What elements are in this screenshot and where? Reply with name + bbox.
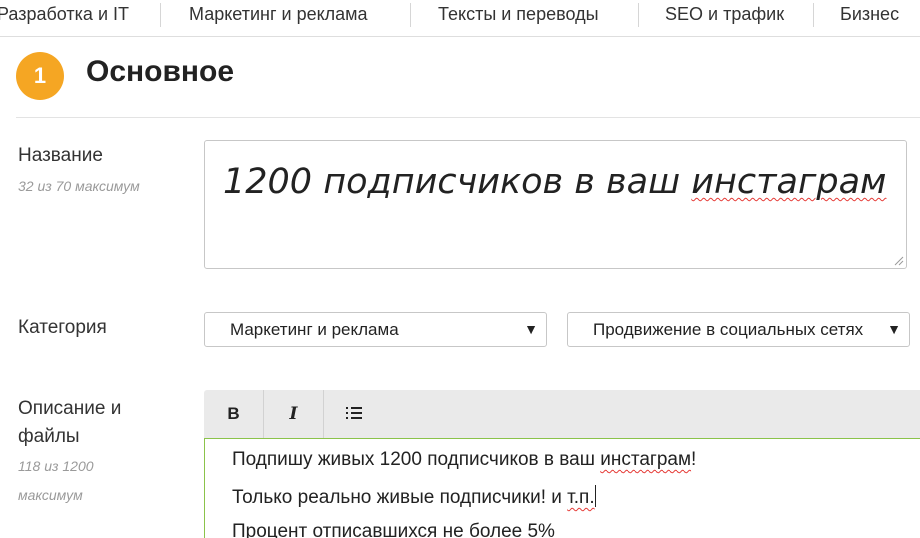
description-char-count-line2: максимум	[18, 487, 83, 503]
section-title: Основное	[86, 55, 235, 88]
bold-button[interactable]: B	[204, 390, 264, 438]
editor-toolbar: B I	[204, 390, 920, 438]
nav-item-marketing[interactable]: Маркетинг и реклама	[189, 4, 368, 25]
editor-line: Только реально живые подписчики! и т.п.	[232, 485, 596, 508]
dropdown-arrow-icon: ▼	[883, 321, 901, 337]
nav-item-seo-traffic[interactable]: SEO и трафик	[665, 4, 784, 25]
description-char-count: 118 из 1200	[18, 458, 94, 474]
name-textarea-value: 1200 подписчиков в ваш инстаграм	[223, 162, 887, 202]
category-nav: Разработка и IT Маркетинг и реклама Текс…	[0, 0, 920, 37]
nav-item-texts-translations[interactable]: Тексты и переводы	[438, 4, 599, 25]
spellcheck-word: инстаграм	[691, 162, 887, 202]
description-editor[interactable]: Подпишу живых 1200 подписчиков в ваш инс…	[204, 438, 920, 538]
description-label: Описание и	[18, 398, 122, 419]
nav-divider	[638, 3, 639, 27]
step-number-badge: 1	[16, 52, 64, 100]
order-form-page: Разработка и IT Маркетинг и реклама Текс…	[0, 0, 920, 538]
subcategory-select[interactable]: Продвижение в социальных сетях ▼	[567, 312, 910, 347]
category-select[interactable]: Маркетинг и реклама ▼	[204, 312, 547, 347]
name-label: Название	[18, 145, 103, 166]
nav-item-business[interactable]: Бизнес	[840, 4, 899, 25]
name-char-count: 32 из 70 максимум	[18, 178, 140, 194]
resize-handle-icon[interactable]	[894, 256, 904, 266]
spellcheck-word: т.п.	[567, 487, 595, 508]
description-label-line2: файлы	[18, 426, 80, 447]
section-divider	[16, 117, 920, 118]
nav-item-development-it[interactable]: Разработка и IT	[0, 4, 129, 25]
editor-line: Процент отписавшихся не более 5%	[232, 521, 555, 538]
nav-divider	[160, 3, 161, 27]
text-caret	[594, 485, 596, 507]
category-label: Категория	[18, 317, 107, 338]
dropdown-arrow-icon: ▼	[520, 321, 538, 337]
nav-divider	[813, 3, 814, 27]
italic-button[interactable]: I	[264, 390, 324, 438]
name-textarea[interactable]: 1200 подписчиков в ваш инстаграм	[204, 140, 907, 269]
subcategory-select-value: Продвижение в социальных сетях	[593, 320, 864, 339]
category-select-value: Маркетинг и реклама	[230, 320, 399, 339]
bulleted-list-icon	[346, 407, 362, 419]
editor-line: Подпишу живых 1200 подписчиков в ваш инс…	[232, 449, 697, 470]
nav-divider	[410, 3, 411, 27]
spellcheck-word: инстаграм	[600, 449, 692, 470]
bulleted-list-button[interactable]	[324, 390, 384, 438]
